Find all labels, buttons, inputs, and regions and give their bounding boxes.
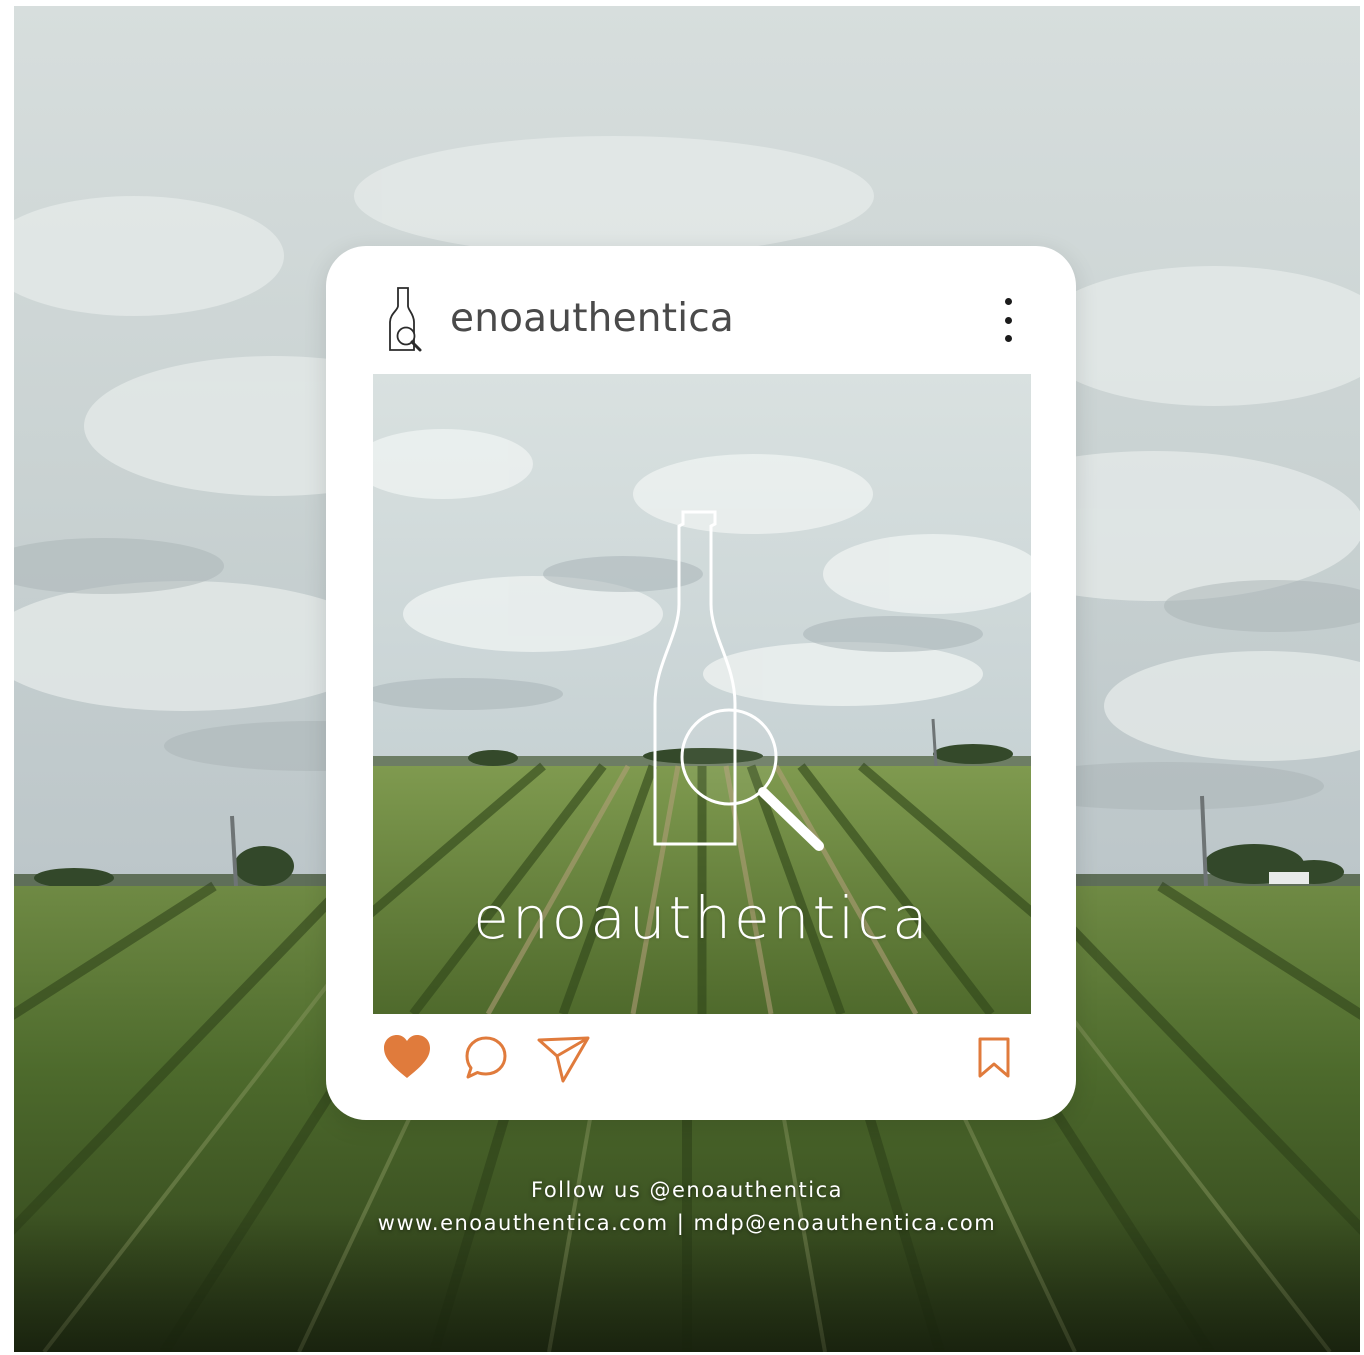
send-icon[interactable] — [536, 1034, 592, 1084]
background-vineyard-scene: enoauthentica enoauthentica Follow us @e… — [14, 6, 1360, 1352]
post-actions-bar — [326, 1024, 1076, 1104]
footer-contact: Follow us @enoauthentica www.enoauthenti… — [14, 1174, 1360, 1240]
follow-text: Follow us @enoauthentica — [531, 1178, 843, 1202]
post-header: enoauthentica — [326, 246, 1076, 374]
post-image-brand-text: enoauthentica — [473, 884, 931, 952]
post-card: enoauthentica enoauthentica — [326, 246, 1076, 1120]
contact-text[interactable]: www.enoauthentica.com | mdp@enoauthentic… — [14, 1207, 1360, 1240]
comment-icon[interactable] — [462, 1034, 510, 1082]
heart-icon[interactable] — [382, 1034, 432, 1080]
more-vertical-icon[interactable] — [994, 298, 1022, 342]
post-username[interactable]: enoauthentica — [450, 296, 734, 341]
bookmark-icon[interactable] — [974, 1036, 1014, 1080]
wine-bottle-magnifier-icon[interactable] — [386, 284, 428, 354]
post-image[interactable]: enoauthentica — [373, 374, 1031, 1014]
